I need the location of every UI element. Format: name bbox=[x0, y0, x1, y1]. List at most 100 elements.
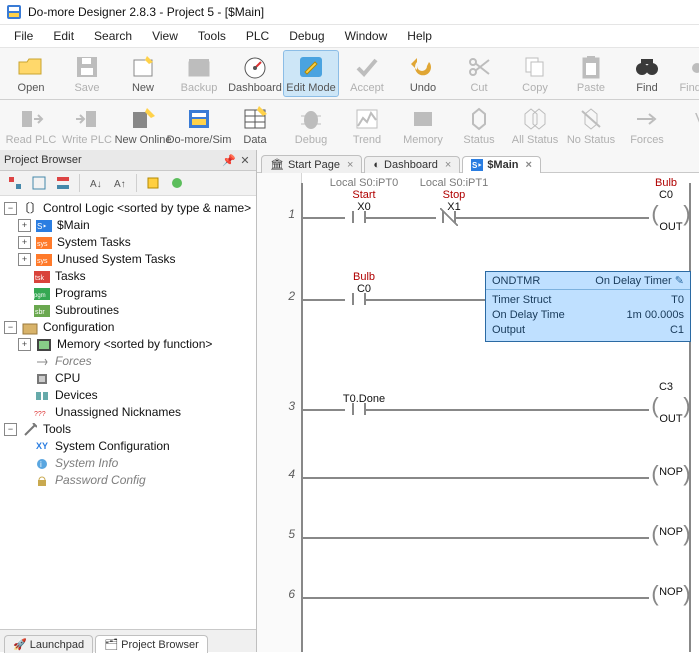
browser-bottom-tabs: 🚀Launchpad 🗂Project Browser bbox=[0, 629, 256, 652]
close-tab-icon[interactable]: × bbox=[445, 159, 451, 171]
toolbar-do-more-sim[interactable]: Do-more/Sim bbox=[171, 102, 227, 149]
tree-tool-3[interactable] bbox=[52, 172, 74, 194]
tree-memory[interactable]: +Memory <sorted by function> bbox=[18, 336, 254, 353]
toolbar-label: Read PLC bbox=[6, 134, 57, 146]
toolbar-data[interactable]: Data bbox=[227, 102, 283, 149]
wrench-icon[interactable]: ✎ bbox=[672, 274, 684, 287]
toolbar-label: Memory bbox=[403, 134, 443, 146]
rung-4[interactable]: 4 () NOP bbox=[301, 441, 691, 491]
tree-tool-5[interactable]: A↑ bbox=[109, 172, 131, 194]
instr-param-value: T0 bbox=[671, 293, 684, 308]
home-icon: 🏛 bbox=[270, 158, 284, 171]
tree-configuration[interactable]: − Configuration bbox=[4, 319, 254, 336]
pin-icon[interactable]: 📌 bbox=[222, 153, 236, 167]
coil-nop[interactable]: () NOP bbox=[649, 583, 693, 609]
tree-system-configuration[interactable]: XYSystem Configuration bbox=[18, 438, 254, 455]
toolbar-label: Save bbox=[74, 82, 99, 94]
tree-tool-6[interactable] bbox=[142, 172, 164, 194]
tree-system-tasks[interactable]: +sysSystem Tasks bbox=[18, 234, 254, 251]
task-icon: tsk bbox=[34, 270, 50, 284]
rung-2[interactable]: 2 Bulb C0 ONDTMR bbox=[301, 263, 691, 353]
tree-tasks[interactable]: tskTasks bbox=[18, 268, 254, 285]
coil-nop[interactable]: () NOP bbox=[649, 523, 693, 549]
floppy-icon bbox=[72, 53, 102, 81]
close-tab-icon[interactable]: × bbox=[526, 159, 532, 171]
toolbar-label: Forces bbox=[630, 134, 664, 146]
scissors-icon bbox=[464, 53, 494, 81]
instr-param-value: 1m 00.000s bbox=[627, 308, 684, 323]
tree-nicknames[interactable]: ???Unassigned Nicknames bbox=[18, 404, 254, 421]
menu-file[interactable]: File bbox=[4, 27, 43, 45]
tree-tool-1[interactable] bbox=[4, 172, 26, 194]
toolbar-label: Undo bbox=[410, 82, 436, 94]
rung-6[interactable]: 6 () NOP bbox=[301, 561, 691, 611]
menu-edit[interactable]: Edit bbox=[43, 27, 84, 45]
rung-3[interactable]: 3 T0.Done C3 () OUT bbox=[301, 373, 691, 429]
rocket-icon: 🚀 bbox=[13, 638, 27, 651]
rung-number: 2 bbox=[269, 289, 295, 303]
project-tree[interactable]: − 〔〕 Control Logic <sorted by type & nam… bbox=[0, 196, 256, 629]
menu-tools[interactable]: Tools bbox=[188, 27, 236, 45]
tree-tool-4[interactable]: A↓ bbox=[85, 172, 107, 194]
tree-tool-2[interactable] bbox=[28, 172, 50, 194]
tab-project-browser[interactable]: 🗂Project Browser bbox=[95, 635, 208, 653]
coil-nop[interactable]: () NOP bbox=[649, 463, 693, 489]
toolbar-label: Dashboard bbox=[228, 82, 282, 94]
tab-dashboard[interactable]: ◐ Dashboard × bbox=[364, 156, 460, 173]
tree-programs[interactable]: pgmPrograms bbox=[18, 285, 254, 302]
nickname: Start bbox=[319, 189, 409, 201]
tree-unused-system-tasks[interactable]: +sysUnused System Tasks bbox=[18, 251, 254, 268]
toolbar-dashboard[interactable]: Dashboard bbox=[227, 50, 283, 97]
coil-out-bulb[interactable]: () OUT bbox=[649, 203, 693, 229]
menu-view[interactable]: View bbox=[142, 27, 188, 45]
wire bbox=[303, 597, 649, 599]
menu-debug[interactable]: Debug bbox=[279, 27, 334, 45]
menu-help[interactable]: Help bbox=[397, 27, 442, 45]
menu-plc[interactable]: PLC bbox=[236, 27, 279, 45]
tree-forces[interactable]: Forces bbox=[18, 353, 254, 370]
tree-devices[interactable]: Devices bbox=[18, 387, 254, 404]
close-icon[interactable]: ✕ bbox=[238, 153, 252, 167]
toolbar-find[interactable]: Find bbox=[619, 50, 675, 97]
tree-tool-7[interactable] bbox=[166, 172, 188, 194]
editor-pane: 🏛 Start Page × ◐ Dashboard × S‣ $Main × bbox=[257, 150, 699, 652]
toolbar-edit-mode[interactable]: Edit Mode bbox=[283, 50, 339, 97]
toolbar-new[interactable]: New bbox=[115, 50, 171, 97]
svg-text:A↓: A↓ bbox=[90, 179, 102, 190]
wire bbox=[303, 299, 345, 301]
menu-window[interactable]: Window bbox=[335, 27, 398, 45]
tree-tools[interactable]: − Tools bbox=[4, 421, 254, 438]
tab-main[interactable]: S‣ $Main × bbox=[462, 156, 541, 173]
wire bbox=[303, 477, 649, 479]
instr-param-label: Output bbox=[492, 323, 525, 338]
tree-subroutines[interactable]: sbrSubroutines bbox=[18, 302, 254, 319]
coil-out-c3[interactable]: () OUT bbox=[649, 395, 693, 421]
rung-5[interactable]: 5 () NOP bbox=[301, 501, 691, 551]
wire bbox=[366, 299, 486, 301]
toolbar-label: Open bbox=[18, 82, 45, 94]
address: T0.Done bbox=[319, 393, 409, 405]
toolbar-label: Copy bbox=[522, 82, 548, 94]
tab-launchpad[interactable]: 🚀Launchpad bbox=[4, 635, 93, 653]
toolbar-new-online[interactable]: New Online bbox=[115, 102, 171, 149]
tab-start-page[interactable]: 🏛 Start Page × bbox=[261, 155, 362, 173]
address: C0 bbox=[631, 189, 699, 201]
paste-icon bbox=[576, 53, 606, 81]
tree-system-info[interactable]: iSystem Info bbox=[18, 455, 254, 472]
wire bbox=[303, 217, 345, 219]
toolbar-label: Backup bbox=[181, 82, 218, 94]
menu-search[interactable]: Search bbox=[84, 27, 142, 45]
toolbar-undo[interactable]: Undo bbox=[395, 50, 451, 97]
toolbar-open[interactable]: Open bbox=[3, 50, 59, 97]
ladder-editor[interactable]: 1 Local S0:iPT0 Local S0:iPT1 Start X0 bbox=[257, 173, 699, 652]
tree-cpu[interactable]: CPU bbox=[18, 370, 254, 387]
write-plc-icon bbox=[72, 105, 102, 133]
close-tab-icon[interactable]: × bbox=[347, 159, 353, 171]
tree-password-config[interactable]: Password Config bbox=[18, 472, 254, 489]
tree-root-control-logic[interactable]: − 〔〕 Control Logic <sorted by type & nam… bbox=[4, 200, 254, 217]
undo-icon bbox=[408, 53, 438, 81]
coil-type: NOP bbox=[649, 526, 693, 538]
instruction-ondtmr[interactable]: ONDTMR On Delay Timer ✎ Timer StructT0 O… bbox=[485, 271, 691, 342]
tree-main[interactable]: +S‣$Main bbox=[18, 217, 254, 234]
rung-1[interactable]: 1 Local S0:iPT0 Local S0:iPT1 Start X0 bbox=[301, 181, 691, 241]
